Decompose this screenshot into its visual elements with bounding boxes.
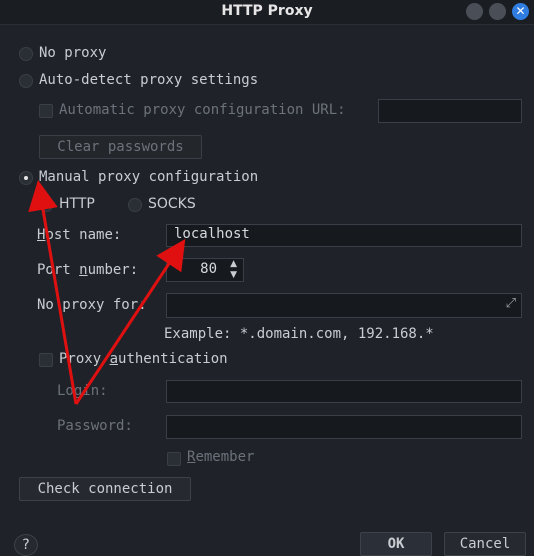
cancel-button[interactable]: Cancel <box>444 532 526 556</box>
expand-icon[interactable]: ⤢ <box>506 296 516 311</box>
password-label: Password: <box>57 418 133 434</box>
close-icon[interactable]: ✕ <box>512 3 529 20</box>
proxy-auth-checkbox[interactable] <box>39 353 53 367</box>
host-name-value: localhost <box>174 226 250 242</box>
clear-passwords-button[interactable]: Clear passwords <box>39 135 202 159</box>
port-number-stepper[interactable]: 80 ▲ ▼ <box>166 258 244 282</box>
auto-config-url-checkbox[interactable] <box>39 104 53 118</box>
remember-checkbox[interactable] <box>167 452 181 466</box>
proxy-auth-label: Proxy authentication <box>59 351 228 367</box>
socks-label: SOCKS <box>148 196 196 212</box>
auto-detect-radio[interactable] <box>19 74 33 88</box>
title-bar: HTTP Proxy ✕ <box>0 0 534 25</box>
login-label: Login: <box>57 383 108 399</box>
manual-proxy-label: Manual proxy configuration <box>39 169 259 185</box>
auto-config-url-input[interactable] <box>378 99 522 123</box>
manual-proxy-radio[interactable] <box>19 171 33 185</box>
check-connection-button[interactable]: Check connection <box>19 477 191 501</box>
http-radio[interactable] <box>39 198 53 212</box>
maximize-button[interactable] <box>489 3 506 20</box>
host-name-input[interactable]: localhost <box>166 224 522 247</box>
no-proxy-for-label: No proxy for: <box>37 297 147 313</box>
no-proxy-example: Example: *.domain.com, 192.168.* <box>164 326 434 342</box>
auto-detect-label: Auto-detect proxy settings <box>39 72 259 88</box>
no-proxy-radio[interactable] <box>19 47 33 61</box>
arrow-to-manual-icon <box>28 180 78 405</box>
port-number-label: Port number: <box>37 262 139 278</box>
no-proxy-for-input[interactable]: ⤢ <box>166 293 522 318</box>
auto-config-url-label: Automatic proxy configuration URL: <box>59 102 346 118</box>
window-title: HTTP Proxy <box>221 3 313 19</box>
password-input[interactable] <box>166 415 522 439</box>
spin-arrows-icon[interactable]: ▲ ▼ <box>230 259 237 281</box>
minimize-button[interactable] <box>466 3 483 20</box>
socks-radio[interactable] <box>128 198 142 212</box>
http-label: HTTP <box>59 196 95 212</box>
no-proxy-label: No proxy <box>39 45 107 61</box>
login-input[interactable] <box>166 380 522 403</box>
port-number-value: 80 <box>200 261 217 277</box>
ok-button[interactable]: OK <box>360 532 432 556</box>
host-name-label: Host name: <box>37 227 122 243</box>
help-button[interactable]: ? <box>14 534 38 556</box>
remember-label: Remember <box>187 449 255 465</box>
